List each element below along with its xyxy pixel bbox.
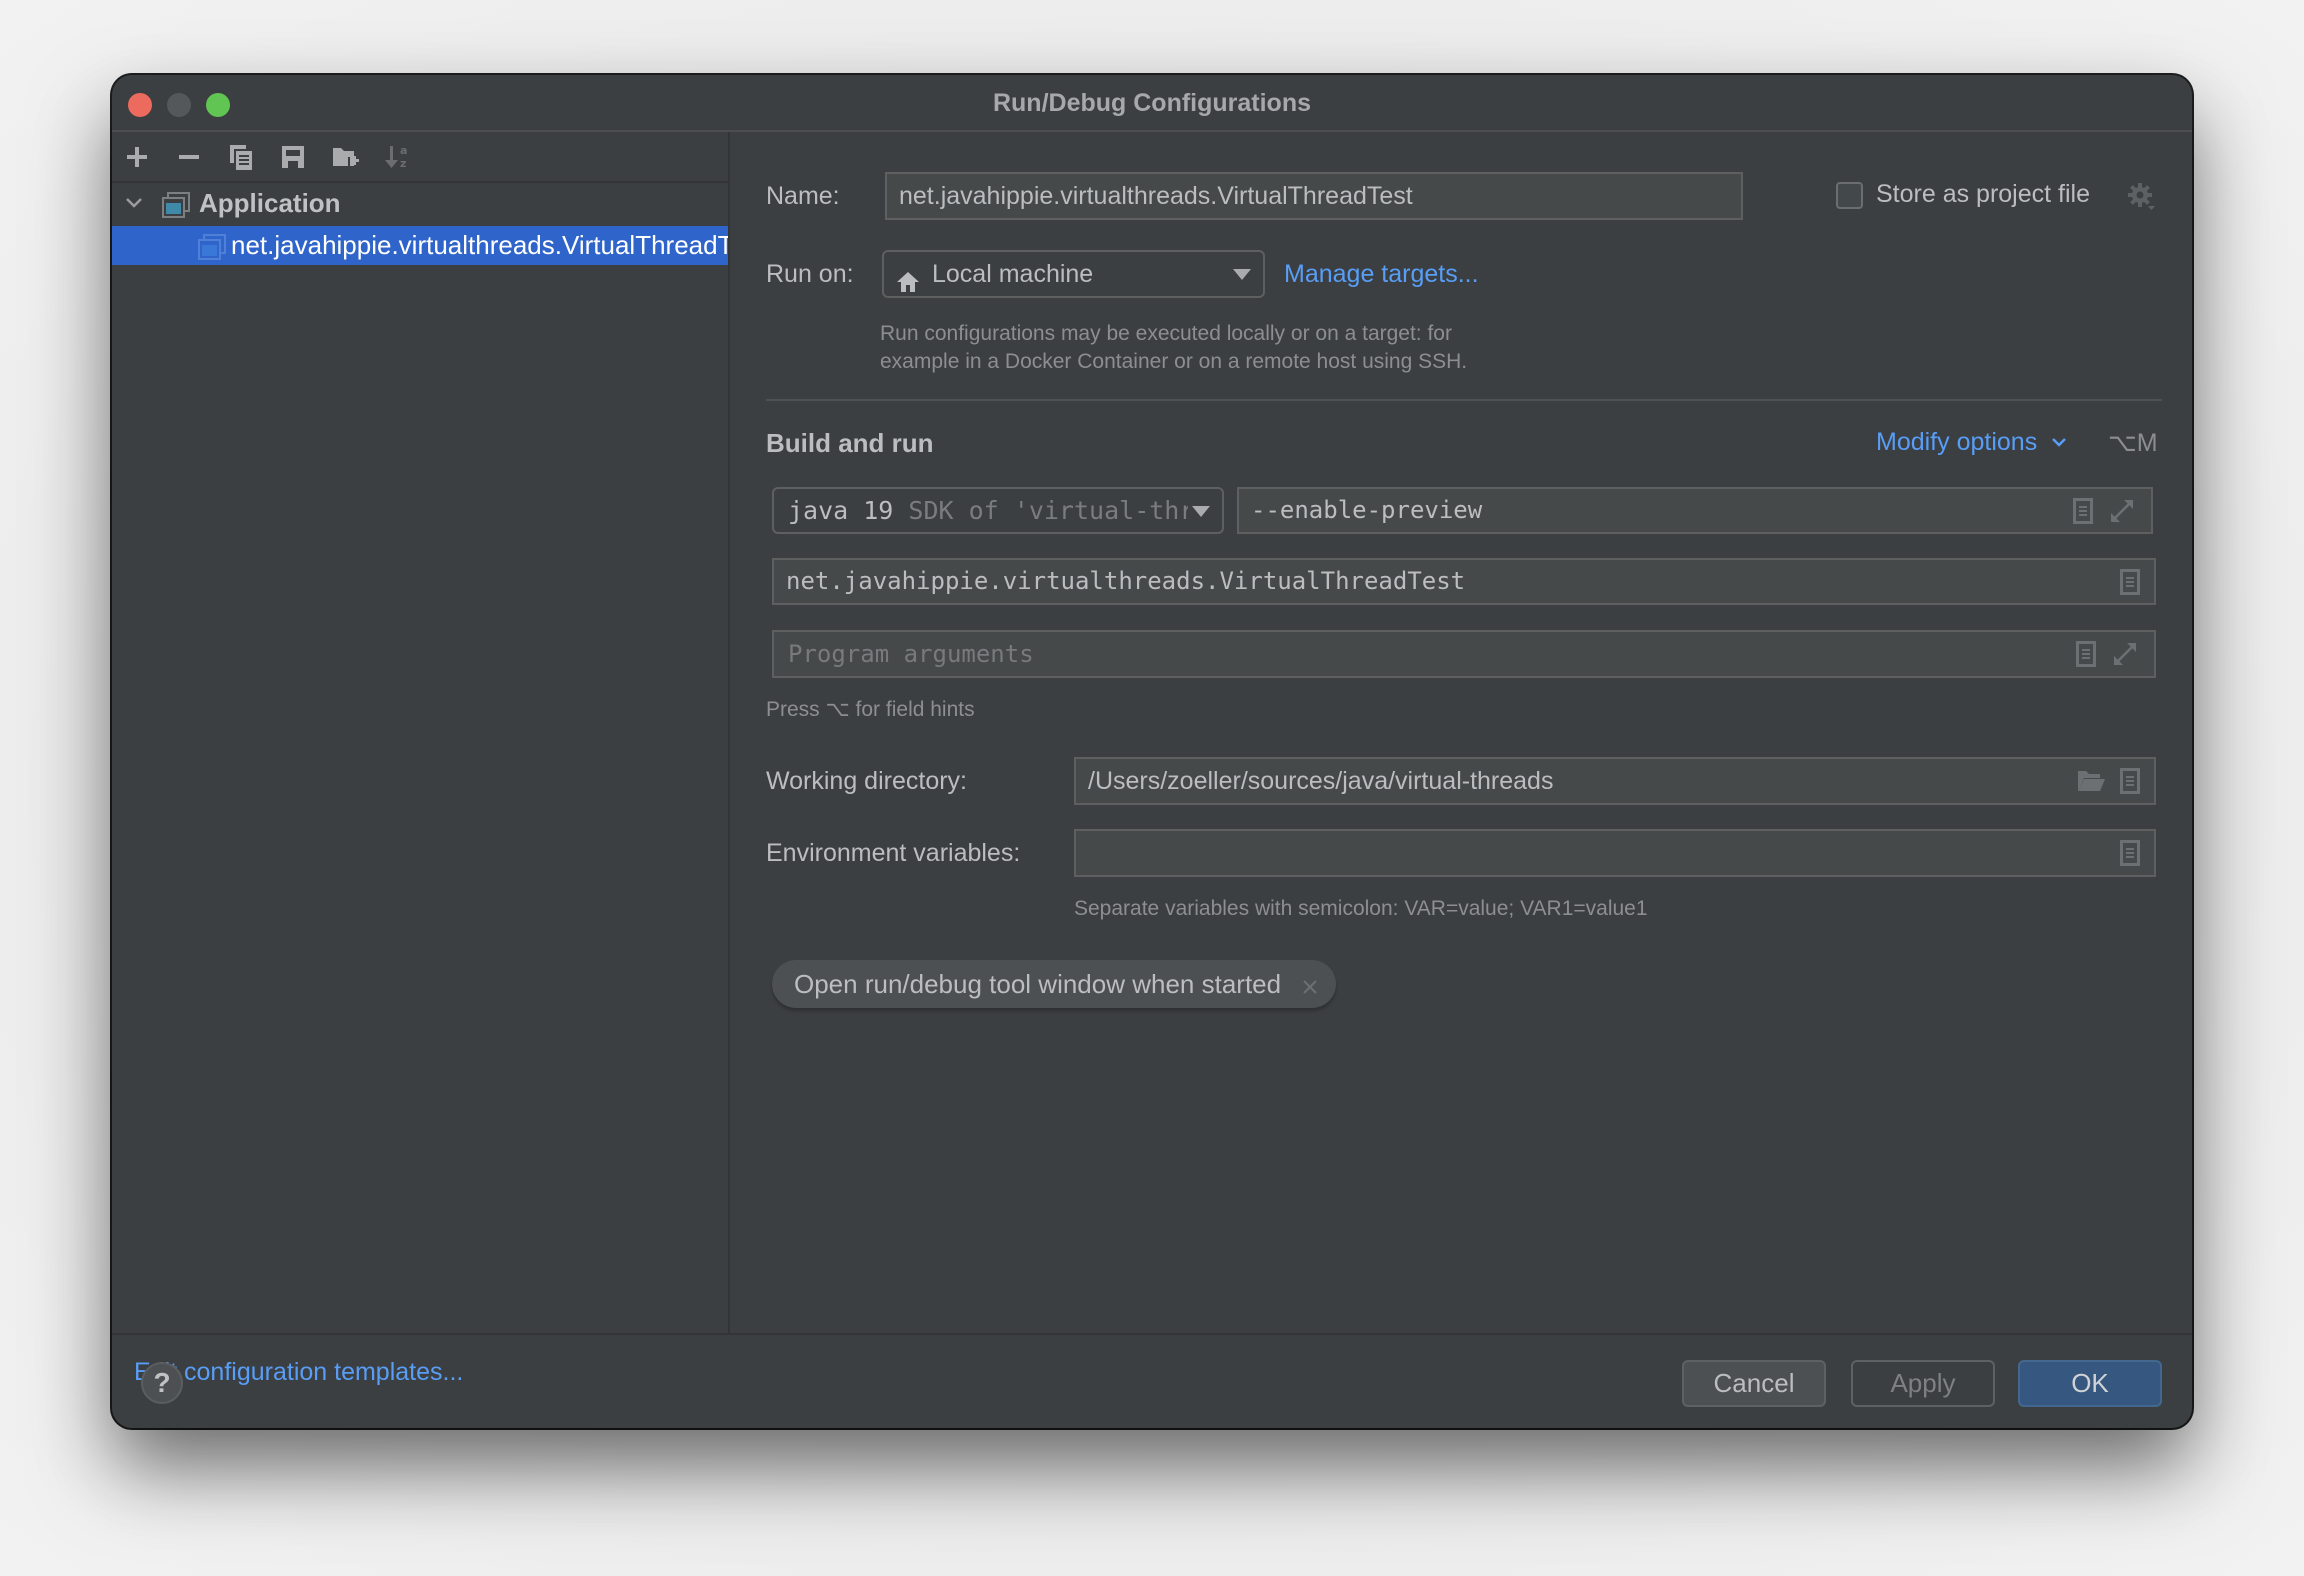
save-icon[interactable] [278,142,308,172]
sort-alpha-icon[interactable]: az [382,142,412,172]
gear-icon[interactable] [2126,181,2156,216]
name-label: Name: [766,182,840,210]
jre-dropdown[interactable]: java 19 SDK of 'virtual-threads' [772,487,1224,534]
plus-icon[interactable] [122,142,152,172]
new-folder-icon[interactable] [330,142,360,172]
environment-variables-hint: Separate variables with semicolon: VAR=v… [1074,897,1648,920]
svg-text:a: a [400,144,407,157]
tree-item-label: net.javahippie.virtualthreads.VirtualThr… [231,230,728,260]
run-on-value: Local machine [932,260,1094,288]
document-icon[interactable] [2120,840,2140,866]
window-title: Run/Debug Configurations [992,89,1312,117]
application-config-icon [162,190,190,218]
expand-icon[interactable] [2109,498,2135,524]
main-class-value: net.javahippie.virtualthreads.VirtualThr… [786,567,1466,595]
dropdown-arrow-icon [1233,269,1251,280]
working-directory-label: Working directory: [766,767,967,795]
cancel-button[interactable]: Cancel [1682,1360,1826,1407]
edit-configuration-templates-link[interactable]: Edit configuration templates... [134,1358,463,1387]
document-icon[interactable] [2120,768,2140,794]
program-arguments-placeholder: Program arguments [788,640,1034,668]
document-icon[interactable] [2076,641,2096,667]
modify-options-shortcut: ⌥M [2108,429,2158,457]
dropdown-arrow-icon [1192,505,1210,517]
apply-button[interactable]: Apply [1851,1360,1995,1407]
working-directory-input[interactable]: /Users/zoeller/sources/java/virtual-thre… [1074,757,2156,805]
copy-icon[interactable] [226,142,256,172]
help-button[interactable]: ? [141,1362,183,1404]
section-divider [766,399,2162,401]
application-config-icon [198,232,226,260]
vm-options-input[interactable]: --enable-preview [1237,487,2153,534]
run-on-dropdown[interactable]: Local machine [882,250,1265,298]
run-on-label: Run on: [766,260,854,288]
sidebar-toolbar: az [112,132,728,183]
chevron-down-icon[interactable] [124,184,144,223]
run-on-description-line1: Run configurations may be executed local… [880,322,1452,345]
document-icon[interactable] [2120,568,2140,595]
manage-targets-link[interactable]: Manage targets... [1284,260,1479,289]
title-bar: Run/Debug Configurations [112,75,2192,132]
jre-value: java 19 [788,496,894,525]
run-debug-dialog: Run/Debug Configurations az Application … [112,75,2192,1428]
close-icon[interactable] [1302,962,1318,1010]
working-directory-value: /Users/zoeller/sources/java/virtual-thre… [1088,767,1554,795]
footer-divider [112,1333,2192,1335]
tree-item-selected-config[interactable]: net.javahippie.virtualthreads.VirtualThr… [112,226,728,265]
expand-icon[interactable] [2112,641,2138,667]
chevron-down-icon [2052,438,2067,447]
program-arguments-input[interactable]: Program arguments [772,630,2156,678]
run-on-description-line2: example in a Docker Container or on a re… [880,350,1468,373]
environment-variables-label: Environment variables: [766,839,1021,867]
vm-options-value: --enable-preview [1251,496,1483,524]
minus-icon[interactable] [174,142,204,172]
main-class-input[interactable]: net.javahippie.virtualthreads.VirtualThr… [772,558,2156,605]
environment-variables-input[interactable] [1074,829,2156,877]
tree-group-application[interactable]: Application [112,184,728,223]
name-input[interactable]: net.javahippie.virtualthreads.VirtualThr… [885,172,1743,220]
modify-options-label: Modify options [1876,428,2038,456]
chip-label: Open run/debug tool window when started [794,969,1282,999]
field-hints-text: Press ⌥ for field hints [766,698,975,721]
build-and-run-title: Build and run [766,428,934,458]
home-icon [896,263,920,296]
modify-options-link[interactable]: Modify options [1876,428,2068,457]
document-icon[interactable] [2073,497,2093,524]
tree-group-label: Application [199,188,341,218]
store-as-project-file-label: Store as project file [1876,180,2090,208]
svg-text:z: z [400,157,406,170]
open-tool-window-option-chip[interactable]: Open run/debug tool window when started [772,960,1337,1010]
folder-open-icon[interactable] [2076,769,2106,793]
configurations-sidebar: az Application net.javahippie.virtualthr… [112,132,730,1386]
jre-value-wrapper: java 19 SDK of 'virtual-threads' [788,489,1188,532]
name-input-value: net.javahippie.virtualthreads.VirtualThr… [899,182,1413,210]
jre-detail: SDK of 'virtual-threads' [908,496,1188,525]
store-as-project-file-checkbox[interactable] [1836,182,1863,209]
ok-button[interactable]: OK [2018,1360,2162,1407]
